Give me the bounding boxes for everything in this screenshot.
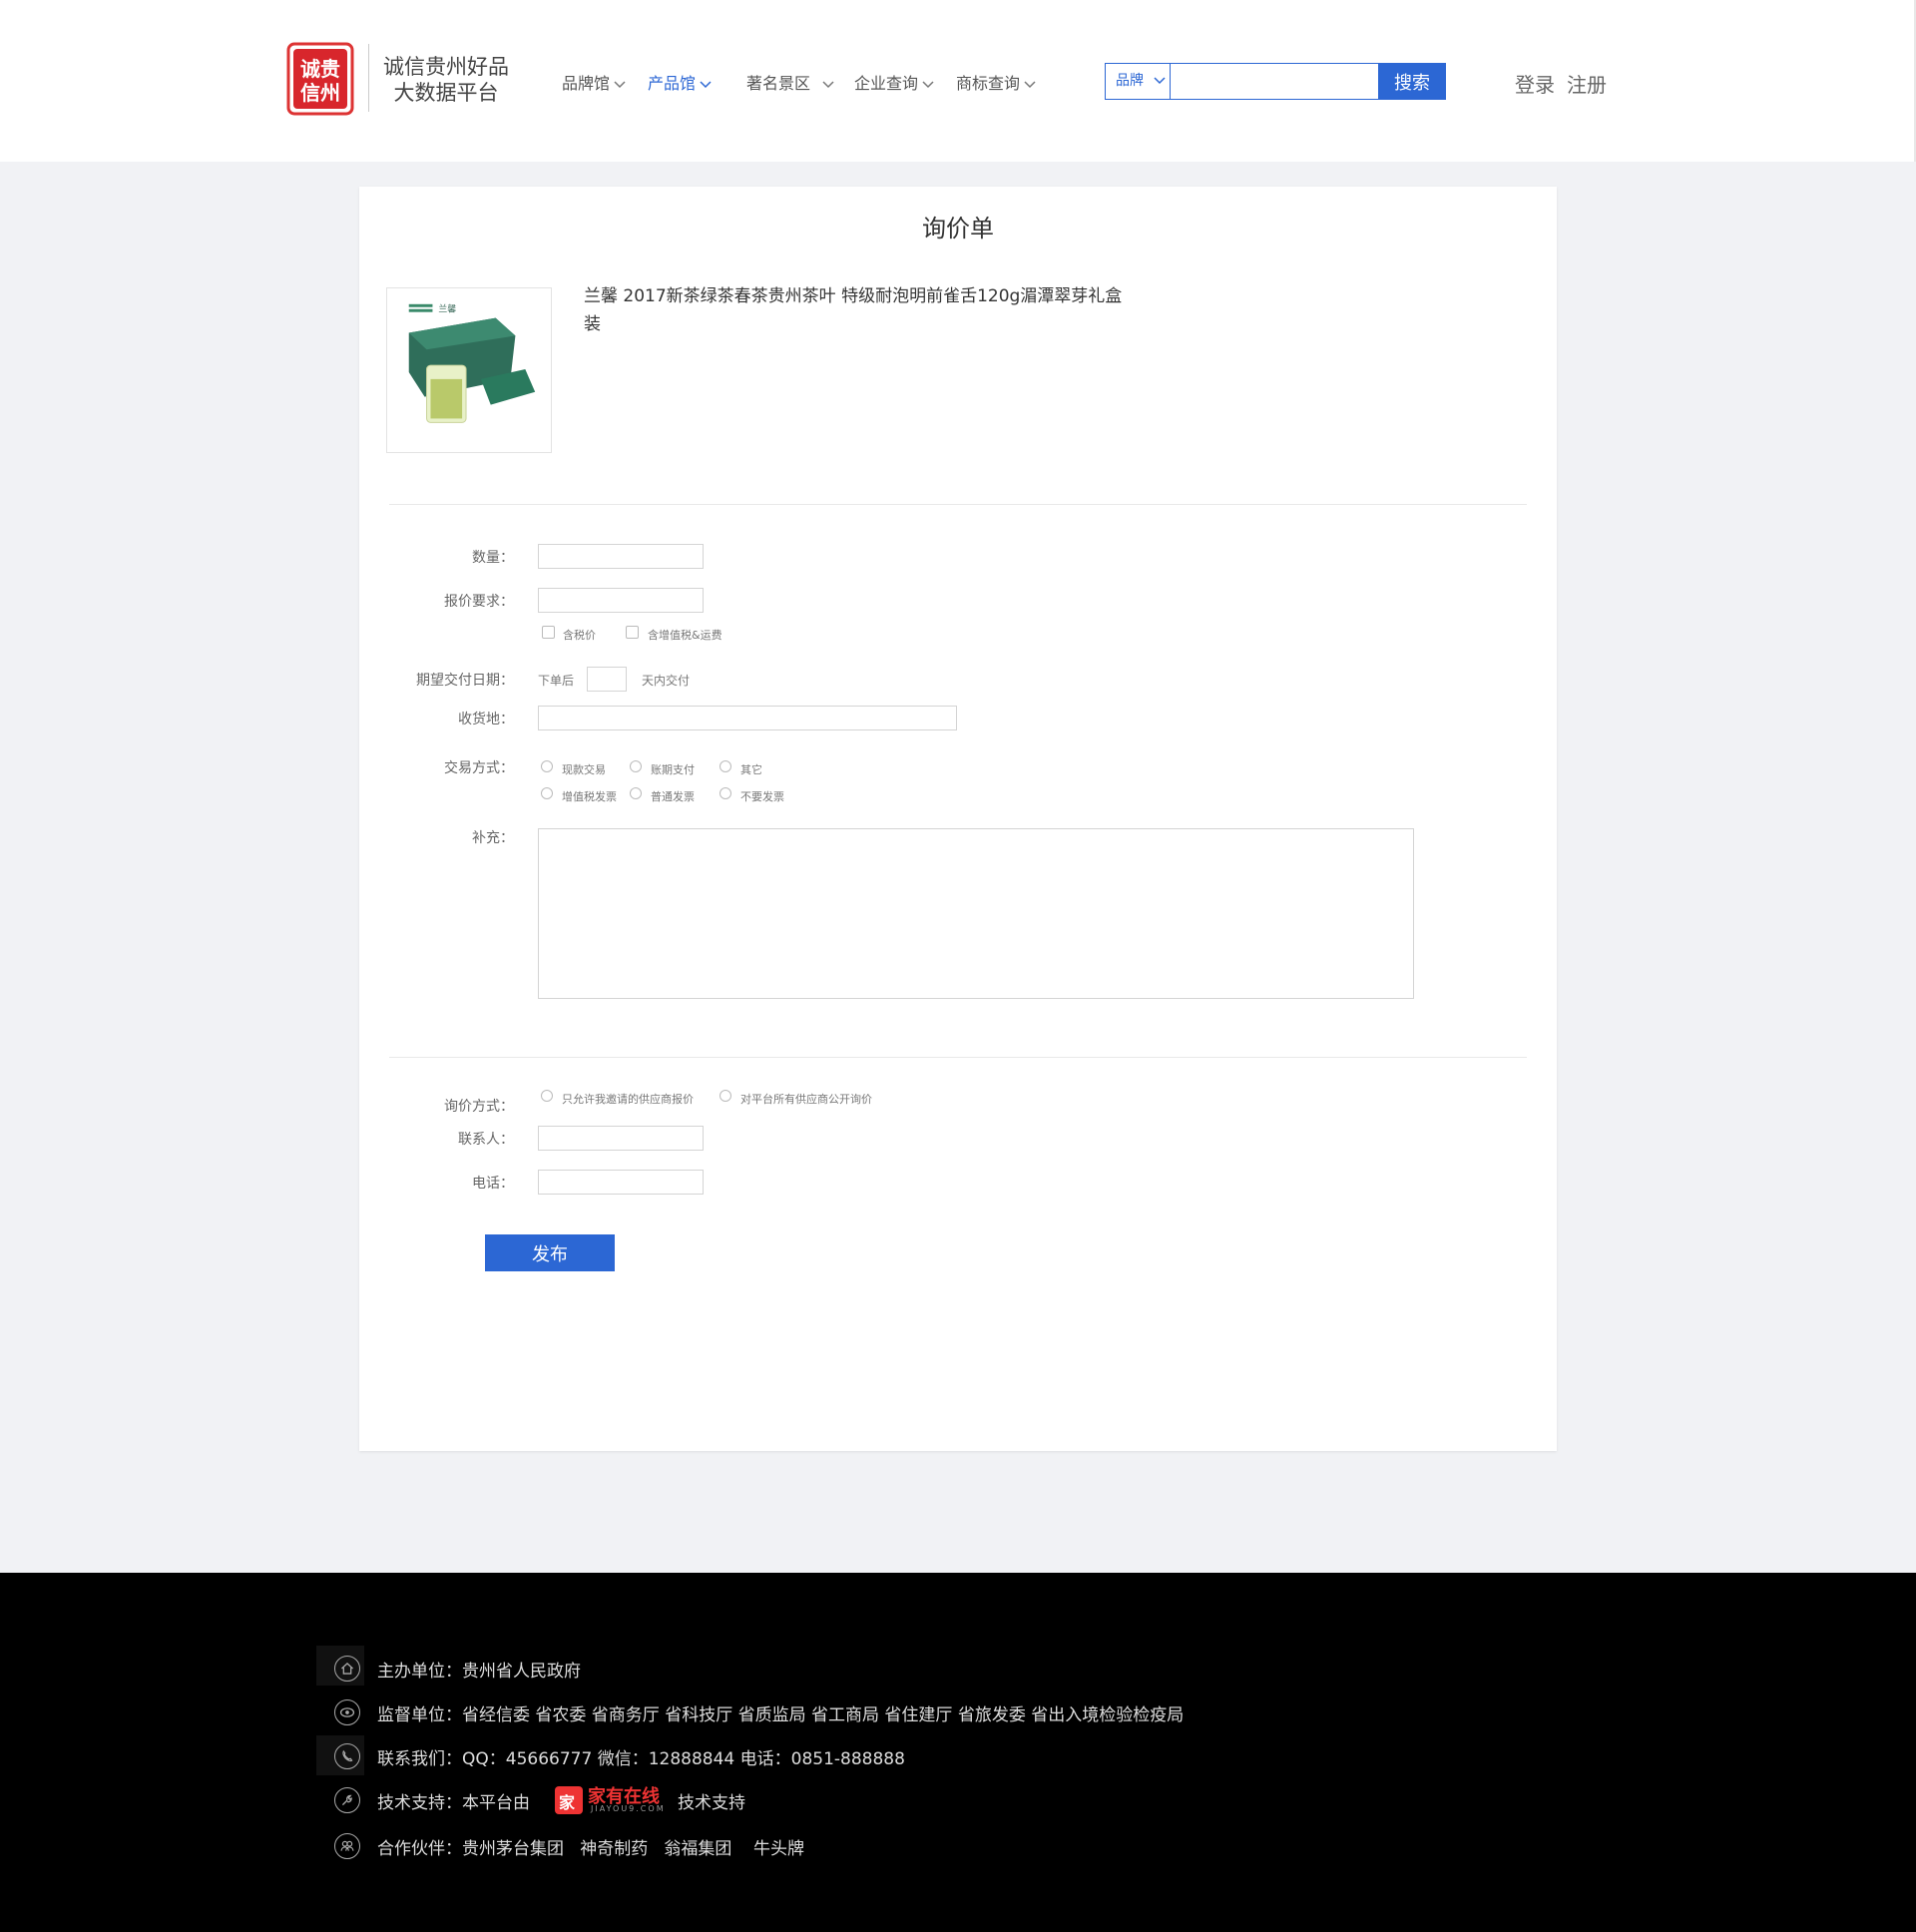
address-label: 收货地： <box>458 712 514 727</box>
delivery-days-input[interactable] <box>587 667 627 692</box>
nav-company-label: 企业查询 <box>854 74 919 93</box>
phone-label: 电话： <box>472 1176 514 1192</box>
nav-scenic-label: 著名景区 <box>746 74 811 93</box>
trade-cash-label: 现款交易 <box>562 763 606 776</box>
inquiry-invited-label: 只允许我邀请的供应商报价 <box>562 1093 694 1106</box>
eye-icon <box>334 1699 360 1725</box>
footer-supervisor: 监督单位：省经信委 省农委 省商务厅 省科技厅 省质监局 省工商局 省住建厅 省… <box>377 1705 1185 1725</box>
quote-requirement-label: 报价要求： <box>444 594 514 610</box>
invoice-vat-radio[interactable] <box>541 787 553 799</box>
contact-input[interactable] <box>538 1126 704 1151</box>
invoice-none-radio[interactable] <box>719 787 731 799</box>
site-name[interactable]: 诚信贵州好品 大数据平台 <box>381 54 511 106</box>
partners-icon <box>334 1833 360 1859</box>
trade-credit-radio[interactable] <box>630 760 642 772</box>
nav-company[interactable]: 企业查询 <box>854 70 934 94</box>
trade-credit-label: 账期支付 <box>651 763 695 776</box>
footer-host: 主办单位：贵州省人民政府 <box>377 1662 581 1682</box>
chevron-down-icon <box>1154 77 1166 85</box>
site-header: 诚贵 信州 诚信贵州好品 大数据平台 品牌馆 产品馆 著名景区 企业查询 商标查… <box>0 0 1916 162</box>
contact-label: 联系人： <box>458 1132 514 1148</box>
nav-trademark-label: 商标查询 <box>956 74 1021 93</box>
footer-tech-suffix: 技术支持 <box>678 1793 745 1813</box>
trade-cash-radio[interactable] <box>541 760 553 772</box>
section-divider <box>389 504 1527 505</box>
delivery-prefix: 下单后 <box>538 674 575 688</box>
home-icon <box>334 1656 360 1682</box>
quote-requirement-input[interactable] <box>538 588 704 613</box>
chevron-down-icon <box>1024 80 1036 88</box>
svg-text:信州: 信州 <box>300 81 340 105</box>
invoice-none-label: 不要发票 <box>740 790 784 803</box>
publish-button[interactable]: 发布 <box>485 1234 615 1271</box>
svg-text:兰馨: 兰馨 <box>438 303 456 315</box>
footer-tech-prefix: 技术支持：本平台由 <box>377 1793 530 1813</box>
nav-brand[interactable]: 品牌馆 <box>562 70 626 94</box>
inquiry-card: 询价单 兰馨 兰馨 2017新茶绿茶春茶贵州茶叶 特级耐泡明前雀舌120g湄潭翠… <box>359 187 1557 1451</box>
phone-input[interactable] <box>538 1170 704 1195</box>
jiayou-sub: JIAYOU9.COM <box>591 1804 666 1813</box>
phone-icon <box>334 1743 360 1769</box>
invoice-vat-label: 增值税发票 <box>562 790 617 803</box>
tax-shipping-label: 含增值税&运费 <box>648 629 722 642</box>
tea-gift-box-image[interactable]: 兰馨 <box>386 287 552 453</box>
nav-product[interactable]: 产品馆 <box>648 70 712 94</box>
delivery-date-label: 期望交付日期： <box>416 673 514 689</box>
site-name-line2: 大数据平台 <box>393 81 499 105</box>
jiayou-logo-mark: 家 <box>555 1786 583 1814</box>
tax-included-checkbox[interactable] <box>542 626 555 639</box>
wrench-icon <box>334 1787 360 1813</box>
extra-label: 补充： <box>472 830 514 846</box>
chevron-down-icon <box>822 80 834 88</box>
jiayou-mark-text: 家 <box>559 1793 576 1812</box>
search-button[interactable]: 搜索 <box>1378 63 1446 100</box>
search-category-select[interactable]: 品牌 <box>1106 64 1171 99</box>
delivery-suffix: 天内交付 <box>642 674 691 688</box>
footer-contact: 联系我们：QQ：45666777 微信：12888844 电话：0851-888… <box>377 1749 905 1769</box>
trade-other-label: 其它 <box>740 763 762 776</box>
trade-other-radio[interactable] <box>719 760 731 772</box>
chevron-down-icon <box>614 80 626 88</box>
footer-partners: 合作伙伴：贵州茅台集团 神奇制药 翁福集团 牛头牌 <box>377 1839 805 1859</box>
page-title: 询价单 <box>922 215 994 242</box>
inquiry-invited-radio[interactable] <box>541 1090 553 1102</box>
nav-trademark[interactable]: 商标查询 <box>956 70 1036 94</box>
chevron-down-icon <box>700 80 712 88</box>
logo-divider <box>368 44 369 112</box>
inquiry-public-label: 对平台所有供应商公开询价 <box>740 1093 872 1106</box>
chevron-down-icon <box>922 80 934 88</box>
quantity-input[interactable] <box>538 544 704 569</box>
site-name-line1: 诚信贵州好品 <box>383 55 509 79</box>
invoice-normal-label: 普通发票 <box>651 790 695 803</box>
inquiry-method-label: 询价方式： <box>444 1099 514 1115</box>
nav-scenic[interactable]: 著名景区 <box>746 70 834 94</box>
svg-text:诚贵: 诚贵 <box>300 57 340 81</box>
trade-method-label: 交易方式： <box>444 760 514 776</box>
extra-textarea[interactable] <box>538 828 1414 999</box>
site-footer <box>0 1573 1916 1932</box>
search-input[interactable] <box>1172 64 1378 99</box>
register-link[interactable]: 注册 <box>1567 69 1607 98</box>
invoice-normal-radio[interactable] <box>630 787 642 799</box>
nav-product-label: 产品馆 <box>648 74 697 93</box>
section-divider <box>389 1057 1527 1058</box>
quantity-label: 数量： <box>472 550 514 566</box>
search-category-label: 品牌 <box>1116 73 1144 89</box>
tax-included-label: 含税价 <box>563 629 596 642</box>
address-input[interactable] <box>538 706 957 730</box>
login-link[interactable]: 登录 <box>1515 69 1555 98</box>
nav-brand-label: 品牌馆 <box>562 74 611 93</box>
product-name[interactable]: 兰馨 2017新茶绿茶春茶贵州茶叶 特级耐泡明前雀舌120g湄潭翠芽礼盒装 <box>584 282 1123 338</box>
inquiry-public-radio[interactable] <box>719 1090 731 1102</box>
tax-shipping-checkbox[interactable] <box>626 626 639 639</box>
logo-seal-icon[interactable]: 诚贵 信州 <box>284 40 356 118</box>
